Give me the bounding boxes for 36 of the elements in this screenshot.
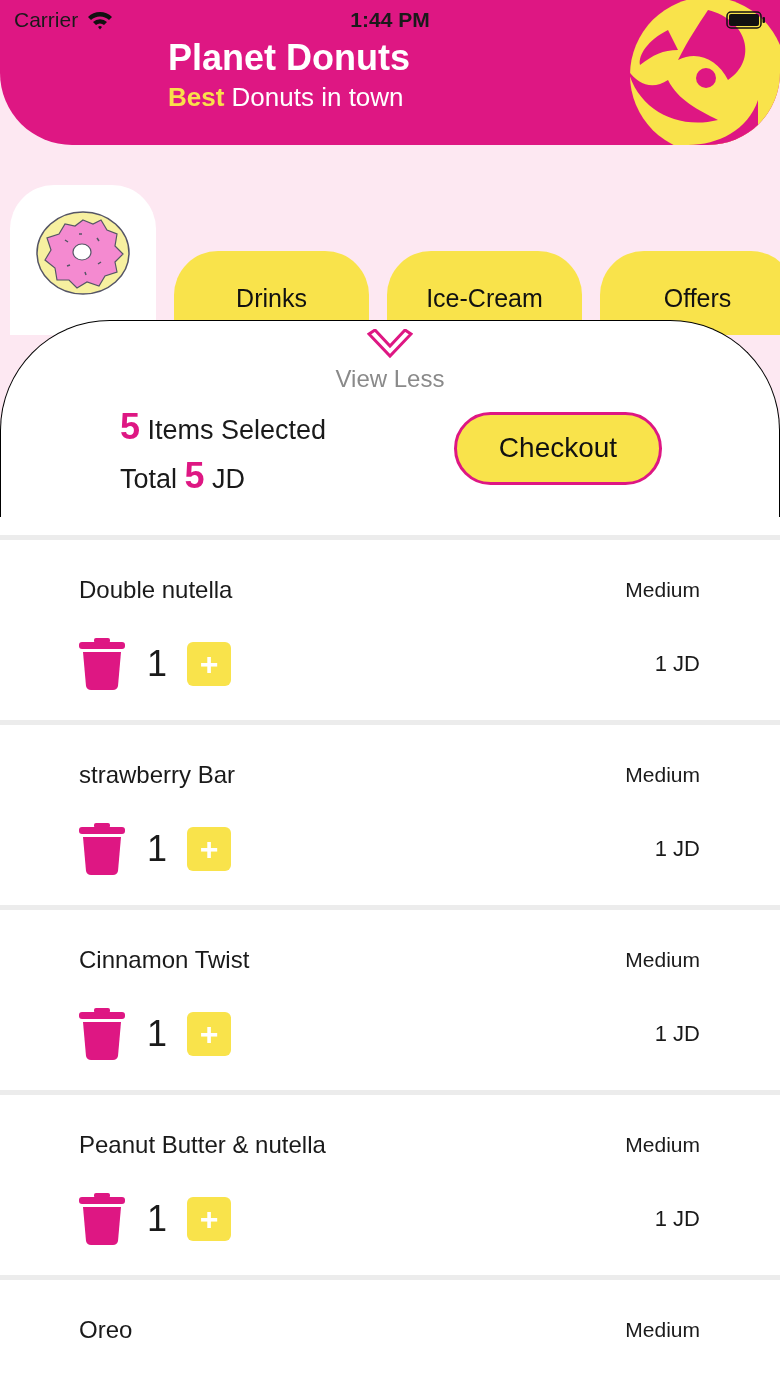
battery-icon bbox=[726, 11, 766, 29]
category-tab[interactable] bbox=[10, 185, 156, 335]
trash-icon[interactable] bbox=[79, 638, 125, 690]
item-name: Peanut Butter & nutella bbox=[79, 1131, 326, 1159]
item-size: Medium bbox=[625, 578, 700, 602]
total-text: Total 5 JD bbox=[120, 456, 247, 498]
item-quantity: 1 bbox=[147, 828, 168, 870]
chevron-down-icon[interactable] bbox=[367, 329, 413, 359]
carrier-label: Carrier bbox=[14, 8, 79, 32]
items-selected-text: 5 Items Selected bbox=[120, 407, 328, 449]
item-price: 1 JD bbox=[654, 1206, 700, 1232]
trash-icon[interactable] bbox=[79, 1008, 125, 1060]
item-name: Cinnamon Twist bbox=[79, 946, 250, 974]
status-time: 1:44 PM bbox=[350, 8, 430, 32]
item-size: Medium bbox=[625, 763, 700, 787]
item-price: 1 JD bbox=[654, 1021, 700, 1047]
item-size: Medium bbox=[625, 948, 700, 972]
item-quantity: 1 bbox=[147, 643, 168, 685]
tagline: Best Donuts in town bbox=[168, 82, 404, 113]
checkout-button[interactable]: Checkout bbox=[454, 411, 662, 485]
wifi-icon bbox=[86, 10, 115, 30]
item-size: Medium bbox=[625, 1318, 700, 1342]
item-name: Oreo bbox=[79, 1316, 133, 1344]
trash-icon[interactable] bbox=[79, 1193, 125, 1245]
item-price: 1 JD bbox=[654, 836, 700, 862]
item-quantity: 1 bbox=[147, 1198, 168, 1240]
item-size: Medium bbox=[625, 1133, 700, 1157]
category-tab[interactable]: Offers bbox=[600, 251, 780, 335]
item-quantity: 1 bbox=[147, 1013, 168, 1055]
item-name: Double nutella bbox=[79, 576, 233, 604]
app-title: Planet Donuts bbox=[168, 38, 410, 78]
trash-icon[interactable] bbox=[79, 823, 125, 875]
item-price: 1 JD bbox=[654, 651, 700, 677]
donut-icon bbox=[35, 210, 131, 296]
item-name: strawberry Bar bbox=[79, 761, 236, 789]
view-less-toggle[interactable]: View Less bbox=[335, 365, 445, 393]
